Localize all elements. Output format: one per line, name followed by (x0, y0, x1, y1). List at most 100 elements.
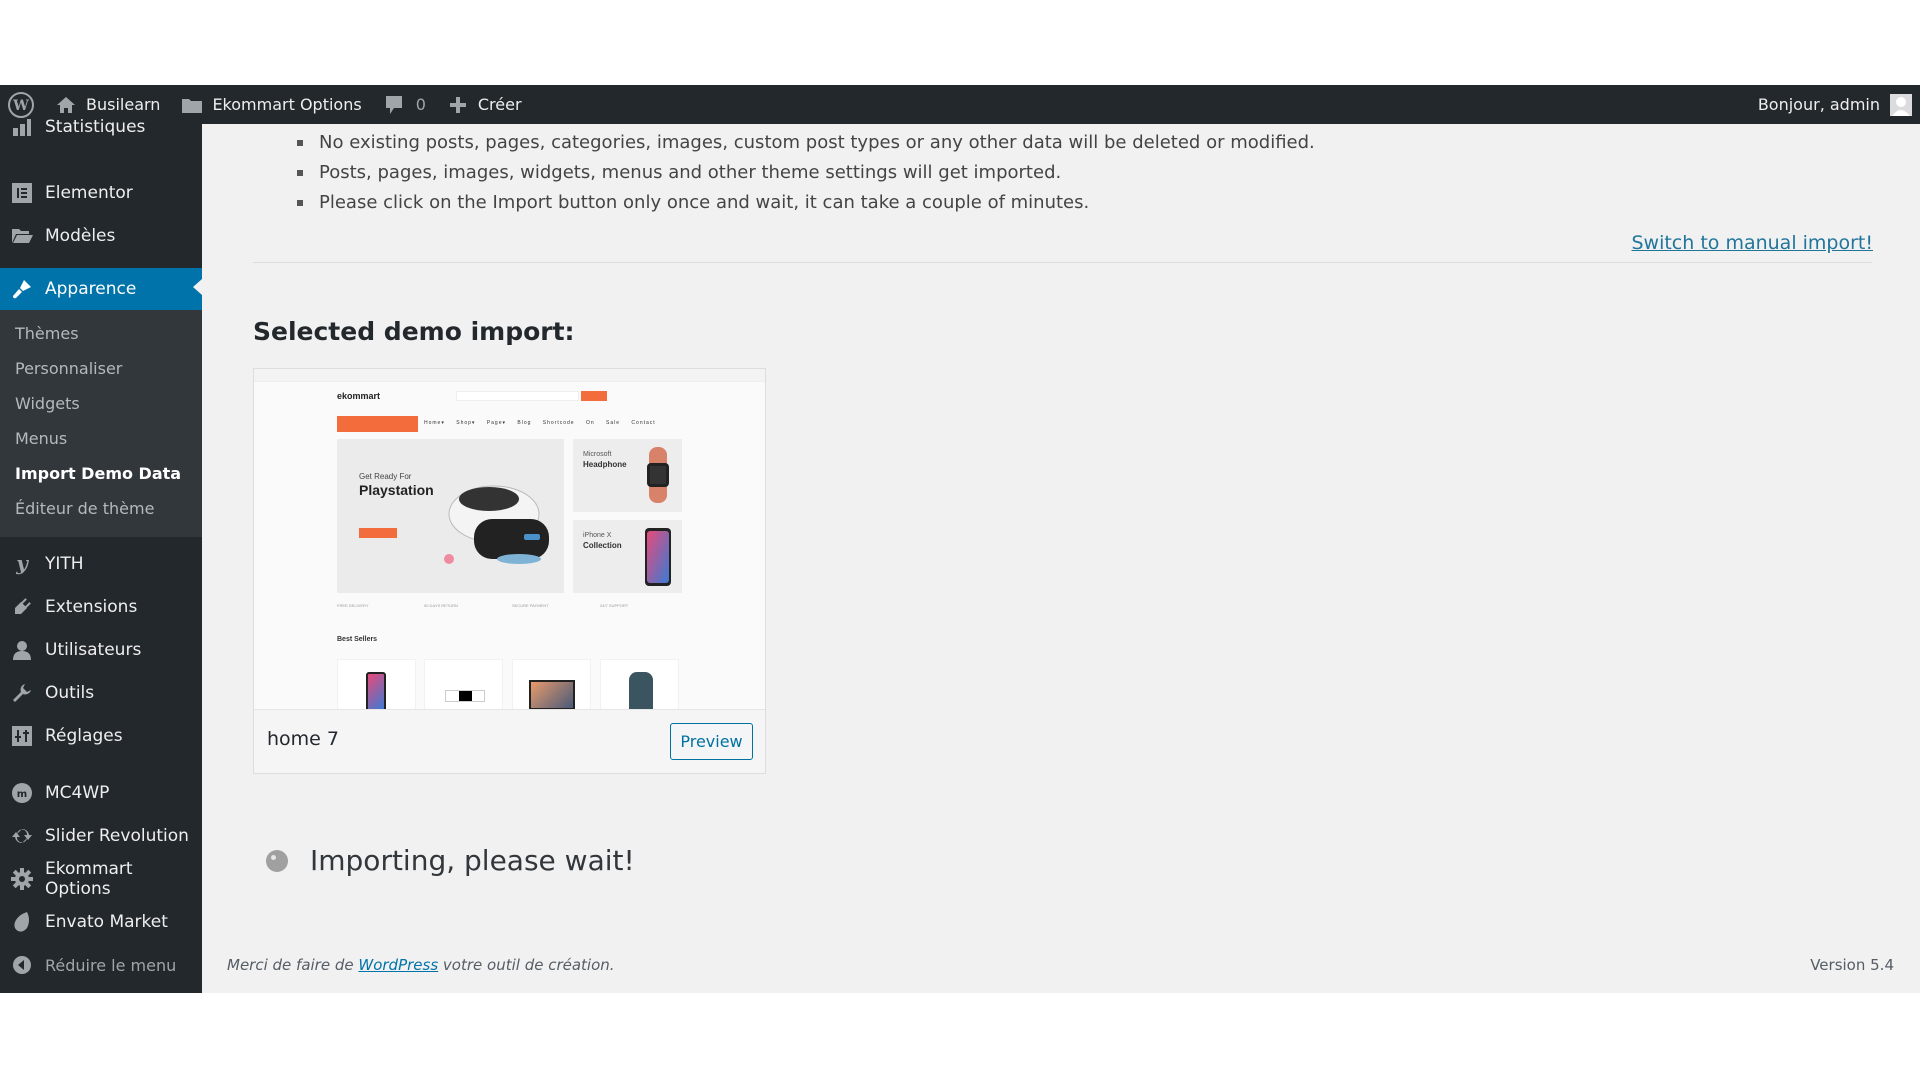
plugin-icon (11, 596, 33, 618)
admin-sidebar: Statistiques Elementor Modèles Apparence… (0, 117, 202, 993)
store-topbar (254, 369, 765, 382)
list-item: Posts, pages, images, widgets, menus and… (297, 158, 1315, 188)
sidebar-item-mc4wp[interactable]: m MC4WP (0, 774, 202, 812)
sidebar-item-label: Statistiques (45, 117, 146, 137)
mc4wp-icon: m (11, 782, 33, 804)
folder-icon (11, 225, 33, 247)
greeting: Bonjour, admin (1757, 95, 1880, 114)
svg-text:m: m (17, 789, 27, 800)
account-menu[interactable]: Bonjour, admin (1748, 85, 1920, 124)
store-product (337, 659, 416, 709)
store-hero-title: Playstation (359, 482, 434, 498)
sidebar-item-extensions[interactable]: Extensions (0, 588, 202, 626)
refresh-icon (11, 825, 33, 847)
sidebar-item-slider-revolution[interactable]: Slider Revolution (0, 817, 202, 855)
yith-icon: y (11, 553, 33, 575)
sidebar-item-ekommart-options[interactable]: Ekommart Options (0, 859, 202, 899)
section-title: Selected demo import: (253, 317, 575, 346)
store-feature: 90 DAYS RETURN (424, 603, 458, 608)
sidebar-item-label: Ekommart Options (45, 859, 133, 899)
sidebar-item-modeles[interactable]: Modèles (0, 217, 202, 255)
footer-thanks: Merci de faire de WordPress votre outil … (227, 956, 615, 974)
divider (253, 262, 1872, 263)
demo-screenshot: ekommart Home▾ Shop▾ Page▾ Blog Shortcod… (254, 369, 765, 709)
watch-image (647, 447, 669, 503)
store-hero-button (359, 528, 397, 538)
sidebar-item-label: Outils (45, 683, 95, 703)
submenu-item-widgets[interactable]: Widgets (15, 394, 80, 413)
submenu-item-import-demo-data[interactable]: Import Demo Data (15, 464, 181, 483)
sidebar-item-label: YITH (45, 554, 84, 574)
submenu-item-themes[interactable]: Thèmes (15, 324, 79, 343)
svg-text:y: y (15, 553, 29, 575)
store-logo: ekommart (337, 391, 381, 401)
sidebar-item-yith[interactable]: y YITH (0, 545, 202, 583)
store-product (600, 659, 679, 709)
comments-link[interactable]: 0 (372, 85, 436, 124)
list-item: No existing posts, pages, categories, im… (297, 128, 1315, 158)
plus-icon (446, 93, 470, 117)
sidebar-item-label: Réglages (45, 726, 123, 746)
ekommart-options-label: Ekommart Options (212, 95, 362, 114)
store-best-sellers-title: Best Sellers (337, 636, 378, 643)
store-product (424, 659, 503, 709)
sidebar-item-label: Elementor (45, 183, 133, 203)
footer-version: Version 5.4 (1810, 956, 1894, 974)
wrench-icon (11, 682, 33, 704)
store-search (456, 391, 579, 401)
user-icon (11, 639, 33, 661)
store-search-button (581, 391, 607, 401)
list-item: Please click on the Import button only o… (297, 188, 1315, 218)
sidebar-item-envato-market[interactable]: Envato Market (0, 903, 202, 941)
comment-icon (382, 93, 406, 117)
wordpress-link[interactable]: WordPress (358, 956, 438, 974)
sidebar-item-statistiques[interactable]: Statistiques (0, 108, 202, 146)
sidebar-item-utilisateurs[interactable]: Utilisateurs (0, 631, 202, 669)
paintbrush-icon (11, 278, 33, 300)
submenu-item-editeur-de-theme[interactable]: Éditeur de thème (15, 499, 154, 518)
switch-to-manual-import-link[interactable]: Switch to manual import! (1631, 232, 1873, 254)
gear-icon (11, 868, 33, 890)
sidebar-item-label: MC4WP (45, 783, 110, 803)
demo-name: home 7 (267, 728, 339, 750)
sidebar-item-label: Extensions (45, 597, 138, 617)
store-feature: SECURE PAYMENT (512, 603, 549, 608)
wp-admin-window: W Busilearn Ekommart Options 0 Créer Bon… (0, 85, 1920, 993)
demo-card-footer: home 7 Preview (254, 709, 765, 773)
preview-button[interactable]: Preview (670, 723, 753, 760)
promo-title: Collection (583, 541, 622, 550)
promo-title: Headphone (583, 460, 627, 469)
elementor-icon (11, 182, 33, 204)
store-departments-bar (337, 416, 418, 432)
sidebar-item-outils[interactable]: Outils (0, 674, 202, 712)
iphone-image (645, 528, 671, 586)
create-new-menu[interactable]: Créer (436, 85, 532, 124)
sidebar-item-apparence[interactable]: Apparence (0, 268, 202, 310)
import-status: Importing, please wait! (266, 844, 635, 877)
submenu-item-personnaliser[interactable]: Personnaliser (15, 359, 122, 378)
create-label: Créer (477, 95, 522, 114)
vr-headset-image (444, 485, 549, 564)
bar-chart-icon (11, 116, 33, 138)
appearance-submenu: Thèmes Personnaliser Widgets Menus Impor… (0, 310, 202, 537)
sidebar-item-label: Envato Market (45, 912, 168, 932)
demo-import-card: ekommart Home▾ Shop▾ Page▾ Blog Shortcod… (253, 368, 766, 774)
submenu-item-menus[interactable]: Menus (15, 429, 67, 448)
main-content: No existing posts, pages, categories, im… (202, 124, 1920, 993)
footer-thanks-suffix: votre outil de création. (438, 956, 615, 974)
comments-count: 0 (415, 95, 426, 114)
import-notes-list: No existing posts, pages, categories, im… (297, 128, 1315, 218)
store-promo-iphone: iPhone X Collection (573, 520, 682, 593)
store-product (512, 659, 591, 709)
sidebar-item-label: Slider Revolution (45, 826, 189, 846)
sidebar-item-label: Apparence (45, 279, 137, 299)
spinner-icon (266, 849, 288, 872)
sidebar-item-elementor[interactable]: Elementor (0, 174, 202, 212)
sidebar-item-label: Modèles (45, 226, 116, 246)
promo-subtitle: Microsoft (583, 451, 612, 458)
collapse-menu-button[interactable]: Réduire le menu (0, 946, 202, 984)
collapse-arrow-icon (11, 954, 33, 976)
store-promo-headphone: Microsoft Headphone (573, 439, 682, 512)
avatar (1890, 93, 1912, 116)
sidebar-item-reglages[interactable]: Réglages (0, 717, 202, 755)
